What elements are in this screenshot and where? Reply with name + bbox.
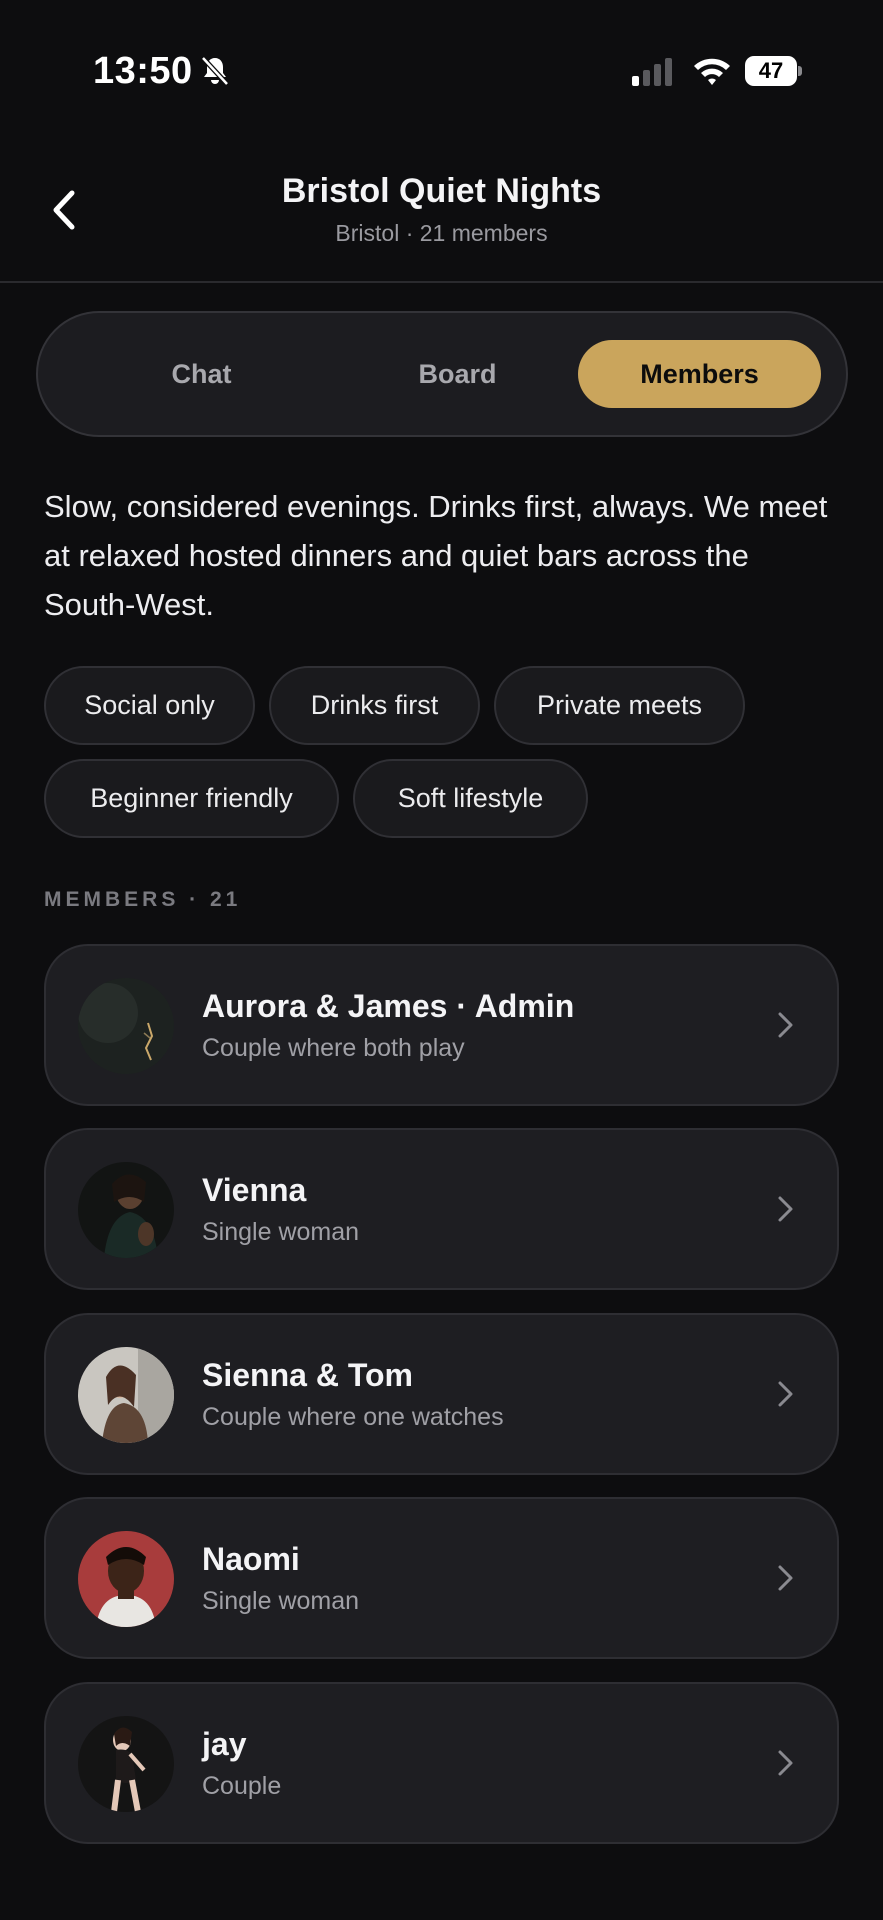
group-description: Slow, considered evenings. Drinks first,… (44, 489, 828, 622)
group-members-screen: 13:50 47 Bristol Quiet Nights Bristol · … (0, 0, 883, 1920)
chevron-right-icon (778, 1565, 793, 1591)
tag-chip: Beginner friendly (44, 759, 339, 838)
member-type: Couple where one watches (202, 1403, 504, 1431)
battery-level: 47 (745, 56, 797, 86)
avatar (78, 978, 174, 1074)
tag-chip: Soft lifestyle (353, 759, 588, 838)
page-subtitle: Bristol · 21 members (335, 220, 548, 246)
header: Bristol Quiet Nights Bristol · 21 member… (0, 150, 883, 283)
member-card[interactable]: Vienna Single woman (44, 1128, 839, 1290)
chevron-right-icon (778, 1012, 793, 1038)
member-type: Couple (202, 1772, 282, 1800)
tab-members[interactable]: Members (578, 340, 821, 408)
members-section-label: MEMBERS · 21 (44, 888, 242, 911)
member-type: Couple where both play (202, 1034, 465, 1062)
member-name: Aurora & James · Admin (202, 988, 575, 1024)
member-card[interactable]: Sienna & Tom Couple where one watches (44, 1313, 839, 1475)
status-time: 13:50 (93, 50, 193, 92)
avatar (78, 1531, 174, 1627)
tab-board[interactable]: Board (336, 340, 579, 408)
chevron-right-icon (778, 1750, 793, 1776)
avatar (78, 1162, 174, 1258)
tag-chip: Private meets (494, 666, 745, 745)
tag-chip: Social only (44, 666, 255, 745)
member-type: Single woman (202, 1587, 360, 1615)
wifi-icon (694, 58, 730, 85)
cellular-signal-icon (632, 58, 672, 86)
battery-icon: 47 (745, 56, 802, 86)
member-card[interactable]: Naomi Single woman (44, 1497, 839, 1659)
chevron-right-icon (778, 1381, 793, 1407)
avatar (78, 1716, 174, 1812)
tab-chat[interactable]: Chat (80, 340, 323, 408)
member-type: Single woman (202, 1218, 360, 1246)
member-card[interactable]: jay Couple (44, 1682, 839, 1844)
status-bar: 13:50 47 (0, 0, 883, 130)
tag-chip: Drinks first (269, 666, 480, 745)
page-title: Bristol Quiet Nights (281, 172, 602, 210)
silent-bell-icon (201, 56, 229, 86)
member-name: Sienna & Tom (202, 1357, 413, 1393)
member-name: Naomi (202, 1541, 300, 1577)
segmented-tabs: Chat Board Members (36, 311, 848, 437)
avatar (78, 1347, 174, 1443)
member-card[interactable]: Aurora & James · Admin Couple where both… (44, 944, 839, 1106)
member-name: jay (202, 1726, 247, 1762)
member-name: Vienna (202, 1172, 307, 1208)
chevron-right-icon (778, 1196, 793, 1222)
